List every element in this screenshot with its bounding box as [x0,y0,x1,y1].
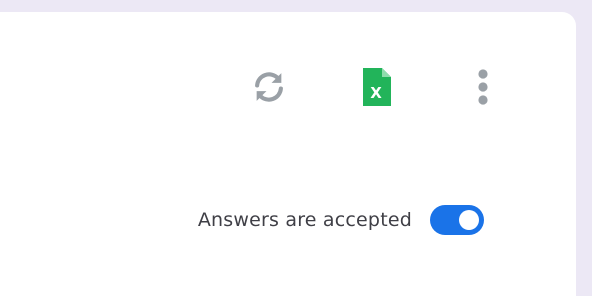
toggle-knob [459,210,479,230]
accepting-responses-row: Answers are accepted [197,205,484,235]
accepting-responses-toggle[interactable] [430,205,484,235]
spreadsheet-icon-letter: X [370,84,382,102]
more-vertical-icon [478,69,488,105]
export-to-sheets-button[interactable]: X [356,67,396,107]
accepting-responses-label: Answers are accepted [197,209,412,231]
spreadsheet-icon: X [363,68,391,106]
refresh-button[interactable] [249,67,289,107]
more-options-button[interactable] [463,67,503,107]
responses-card: X Answers are accepted [0,12,576,296]
refresh-icon [255,72,283,102]
